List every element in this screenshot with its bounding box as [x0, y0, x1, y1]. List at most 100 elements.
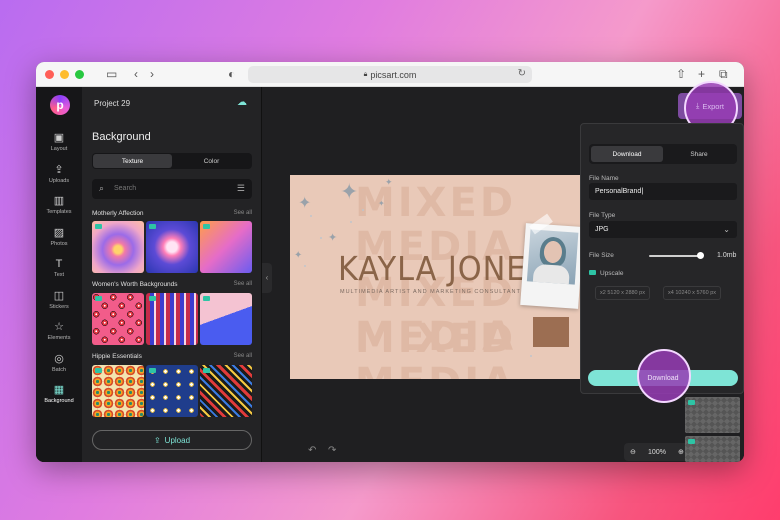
minimize-window-button[interactable]	[60, 70, 69, 79]
background-thumbnail[interactable]	[200, 221, 252, 273]
file-name-field[interactable]: PersonalBrand|	[589, 183, 737, 200]
rail-item-stickers[interactable]: ◫ Stickers	[36, 289, 82, 310]
premium-badge-icon	[149, 224, 156, 229]
close-window-button[interactable]	[45, 70, 54, 79]
back-icon[interactable]: ‹	[134, 67, 138, 81]
section-title: Motherly Affection	[92, 210, 144, 217]
upload-button[interactable]: ⇪ Upload	[92, 430, 252, 450]
upscale-label: Upscale	[589, 270, 623, 277]
rail-item-uploads[interactable]: ⇪ Uploads	[36, 163, 82, 184]
section-title: Women's Worth Backgrounds	[92, 281, 178, 288]
zoom-level[interactable]: 100%	[648, 449, 666, 456]
file-size-label: File Size	[589, 252, 614, 259]
upscale-x2-option[interactable]: x2 5120 x 2880 px	[595, 286, 650, 300]
premium-badge-icon	[95, 368, 102, 373]
filter-icon[interactable]: ☰	[237, 183, 245, 194]
canvas-bottom-bar: ↶ ↷ ⊖ 100% ⊕ ◈	[272, 442, 744, 462]
headline-name[interactable]: KAYLA JONES	[338, 249, 547, 288]
layer-thumbnail[interactable]	[685, 436, 740, 462]
tabs-icon[interactable]: ⧉	[719, 67, 728, 81]
star-sticker-icon[interactable]: ✦	[328, 231, 337, 245]
background-thumbnail[interactable]	[200, 293, 252, 345]
see-all-link[interactable]: See all	[234, 281, 252, 287]
lock-icon: 🔒︎	[363, 70, 368, 78]
star-sticker-icon[interactable]: ✦	[385, 175, 393, 189]
background-thumbnail[interactable]	[200, 365, 252, 417]
slider-handle[interactable]	[697, 252, 704, 259]
star-sticker-icon[interactable]: ✦	[298, 196, 311, 212]
background-thumbnail[interactable]	[146, 221, 198, 273]
star-icon: ☆	[54, 321, 64, 333]
search-icon: ⌕	[99, 183, 105, 193]
shield-icon[interactable]: ◐	[228, 67, 235, 81]
reload-icon[interactable]: ↻	[518, 68, 526, 79]
background-thumbnail[interactable]	[92, 365, 144, 417]
cloud-sync-icon[interactable]: ☁	[237, 97, 247, 108]
rail-item-layout[interactable]: ▣ Layout	[36, 131, 82, 152]
premium-badge-icon	[203, 368, 210, 373]
download-share-toggle: Download Share	[589, 144, 737, 164]
maximize-window-button[interactable]	[75, 70, 84, 79]
premium-badge-icon	[95, 224, 102, 229]
rail-item-templates[interactable]: ▥ Templates	[36, 194, 82, 215]
tab-download[interactable]: Download	[591, 146, 663, 162]
glitter-dot	[320, 237, 322, 239]
rail-item-elements[interactable]: ☆ Elements	[36, 320, 82, 341]
star-sticker-icon[interactable]: ✦	[378, 197, 385, 211]
upload-icon: ⇪	[54, 164, 64, 176]
file-size-slider[interactable]	[649, 252, 704, 259]
zoom-in-icon[interactable]: ⊕	[678, 448, 684, 456]
redo-icon[interactable]: ↷	[328, 445, 336, 456]
star-sticker-icon[interactable]: ✦	[340, 181, 358, 203]
background-thumbnail[interactable]	[92, 221, 144, 273]
forward-icon[interactable]: ›	[150, 67, 154, 81]
tab-texture[interactable]: Texture	[93, 154, 172, 168]
picsart-logo[interactable]: p	[50, 95, 70, 115]
star-sticker-icon[interactable]: ✦	[294, 249, 302, 263]
see-all-link[interactable]: See all	[234, 210, 252, 216]
rail-item-photos[interactable]: ▨ Photos	[36, 226, 82, 247]
background-panel: Background Texture Color ⌕ Search ☰ Moth…	[82, 123, 262, 462]
sidebar-icon[interactable]: ▭	[106, 67, 117, 81]
new-tab-icon[interactable]: +	[698, 67, 705, 81]
tab-color[interactable]: Color	[172, 154, 251, 168]
layout-icon: ▣	[53, 132, 65, 144]
section-header: Hippie Essentials See all	[92, 353, 252, 363]
accent-square[interactable]	[533, 317, 569, 347]
upscale-x4-option[interactable]: x4 10240 x 5760 px	[663, 286, 722, 300]
glitter-dot	[362, 209, 364, 211]
file-type-select[interactable]: JPG ⌄	[589, 221, 737, 238]
premium-badge-icon	[589, 270, 596, 275]
artboard[interactable]: MIXED MEDIA MIXED MEDIA MIXED MEDIA ✦ ✦ …	[290, 175, 581, 379]
download-icon: ⤓	[695, 101, 700, 110]
headline-subtitle[interactable]: MULTIMEDIA ARTIST AND MARKETING CONSULTA…	[340, 289, 521, 295]
background-thumbnail[interactable]	[92, 293, 144, 345]
background-thumbnail[interactable]	[146, 365, 198, 417]
share-icon[interactable]: ⇧	[676, 67, 686, 81]
premium-badge-icon	[688, 439, 695, 444]
polaroid-photo[interactable]	[520, 223, 581, 309]
file-name-label: File Name	[589, 175, 619, 182]
browser-toolbar: ▭ ‹ › ◐ 🔒︎ picsart.com ↻ ⇧ + ⧉	[36, 62, 744, 87]
search-bar[interactable]: ⌕ Search ☰	[92, 179, 252, 199]
project-title[interactable]: Project 29	[94, 99, 130, 108]
export-button-label[interactable]: ⤓ Export	[678, 93, 742, 119]
collapse-panel-button[interactable]: ‹	[262, 263, 272, 293]
see-all-link[interactable]: See all	[234, 353, 252, 359]
undo-icon[interactable]: ↶	[308, 445, 316, 456]
address-bar[interactable]: 🔒︎ picsart.com ↻	[248, 66, 532, 83]
rail-item-background[interactable]: ▦ Background	[36, 383, 82, 404]
premium-badge-icon	[149, 296, 156, 301]
browser-window: ▭ ‹ › ◐ 🔒︎ picsart.com ↻ ⇧ + ⧉ p Project…	[36, 62, 744, 462]
rail-item-batch[interactable]: ◎ Batch	[36, 352, 82, 373]
background-icon: ▦	[53, 384, 65, 396]
zoom-out-icon[interactable]: ⊖	[630, 448, 636, 456]
rail-item-text[interactable]: T Text	[36, 257, 82, 278]
tab-share[interactable]: Share	[663, 146, 735, 162]
search-input[interactable]: Search	[114, 185, 136, 192]
layer-thumbnail[interactable]	[685, 397, 740, 433]
tool-rail: ▣ Layout ⇪ Uploads ▥ Templates ▨ Photos …	[36, 123, 82, 462]
premium-badge-icon	[203, 296, 210, 301]
background-thumbnail[interactable]	[146, 293, 198, 345]
download-button-label[interactable]: Download	[588, 370, 738, 386]
